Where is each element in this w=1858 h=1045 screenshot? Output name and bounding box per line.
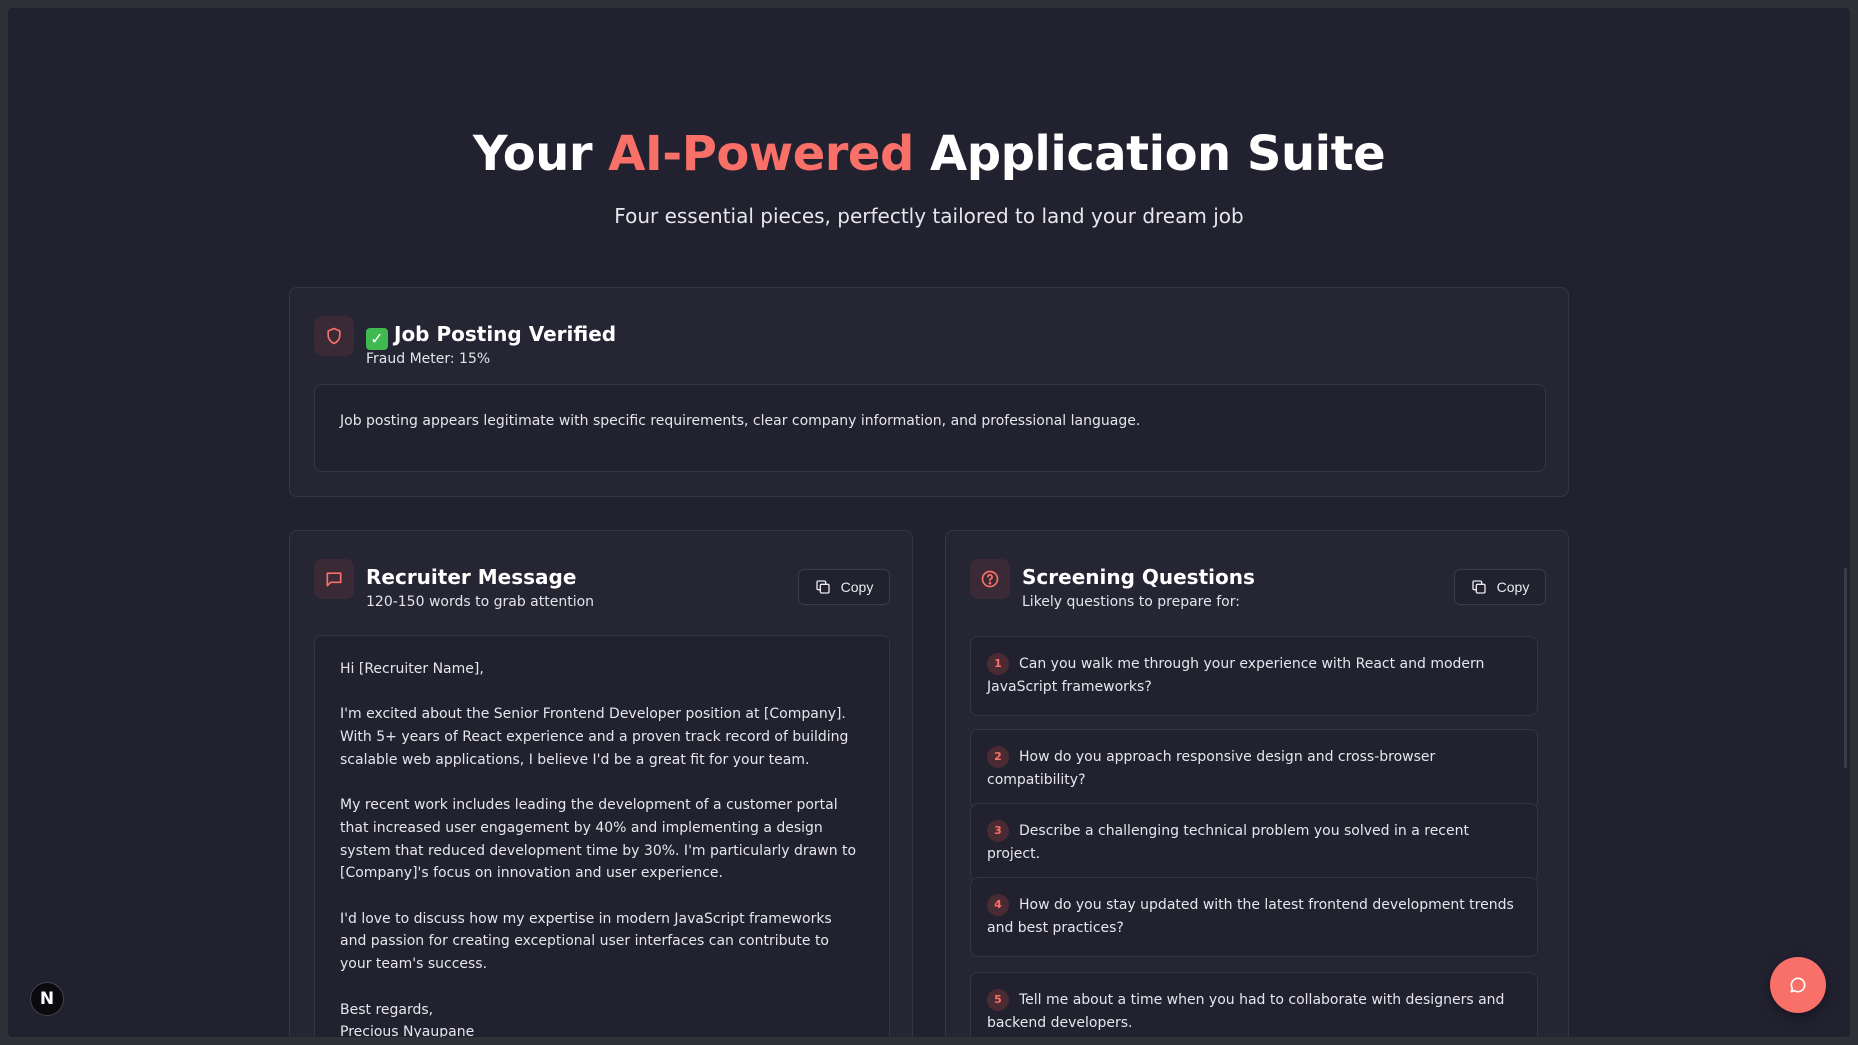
copy-label: Copy [1496,579,1530,595]
title-prefix: Your [472,126,609,182]
copy-icon [815,580,830,594]
question-text: Describe a challenging technical problem… [987,823,1469,862]
screening-title: Screening Questions [1022,565,1255,589]
question-text: How do you stay updated with the latest … [987,897,1514,936]
question-text: Can you walk me through your experience … [987,656,1485,695]
verification-title-text: Job Posting Verified [394,322,617,346]
verification-summary: Job posting appears legitimate with spec… [314,384,1546,472]
screening-question-4: 4 How do you stay updated with the latest… [970,877,1538,957]
chat-button[interactable] [1770,957,1826,1013]
screening-question-3: 3 Describe a challenging technical proble… [970,803,1538,883]
check-mark-icon: ✓ [366,328,388,350]
app-viewport: Your AI-Powered Application Suite Four e… [8,8,1850,1037]
shield-icon [314,316,354,356]
screening-question-1: 1 Can you walk me through your experience… [970,636,1538,716]
question-number: 1 [987,653,1009,675]
question-text: How do you approach responsive design an… [987,749,1436,788]
screening-questions-card: Screening Questions Likely questions to … [945,530,1569,1037]
copy-recruiter-message-button[interactable]: Copy [798,569,890,605]
copy-icon [1471,580,1486,594]
copy-label: Copy [840,579,874,595]
recruiter-message-text: Hi [Recruiter Name], I'm excited about t… [340,661,857,1037]
copy-screening-questions-button[interactable]: Copy [1454,569,1546,605]
chat-bubble-icon [1790,977,1806,993]
question-number: 4 [987,894,1009,916]
verification-body: Job posting appears legitimate with spec… [340,413,1141,429]
message-icon [314,559,354,599]
screening-subtitle: Likely questions to prepare for: [1022,594,1240,610]
question-number: 3 [987,820,1009,842]
recruiter-subtitle: 120-150 words to grab attention [366,594,595,610]
screening-question-5: 5 Tell me about a time when you had to co… [970,972,1538,1037]
job-verification-card: ✓ Job Posting Verified Fraud Meter: 15% J… [289,287,1569,497]
screening-question-2: 2 How do you approach responsive design a… [970,729,1538,809]
title-accent: AI-Powered [608,126,914,182]
question-number: 2 [987,746,1009,768]
question-icon [970,559,1010,599]
question-text: Tell me about a time when you had to col… [987,992,1505,1031]
recruiter-title: Recruiter Message [366,565,577,589]
nextjs-dev-badge[interactable]: N [30,982,64,1016]
question-number: 5 [987,989,1009,1011]
verification-title: ✓ Job Posting Verified [366,322,616,350]
page-scrollbar[interactable] [1844,568,1847,768]
page-subtitle: Four essential pieces, perfectly tailore… [614,204,1244,228]
title-suffix: Application Suite [913,126,1386,182]
fraud-meter: Fraud Meter: 15% [366,351,491,367]
recruiter-message-box: Hi [Recruiter Name], I'm excited about t… [314,635,890,1037]
badge-letter: N [39,989,55,1009]
recruiter-message-card: Recruiter Message 120-150 words to grab … [289,530,913,1037]
page-title: Your AI-Powered Application Suite [8,126,1850,182]
